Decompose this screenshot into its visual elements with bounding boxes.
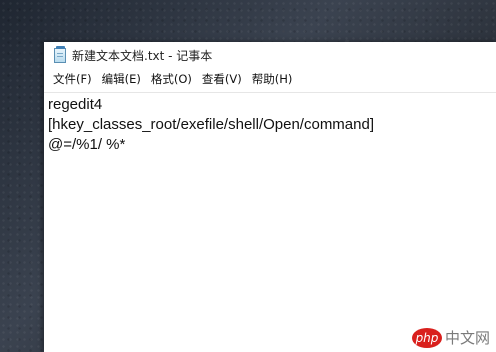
window-title: 新建文本文档.txt - 记事本 <box>72 48 213 63</box>
text-editor-area[interactable]: regedit4 [hkey_classes_root/exefile/shel… <box>44 92 496 352</box>
menu-edit[interactable]: 编辑(E) <box>99 69 144 89</box>
menu-format[interactable]: 格式(O) <box>148 69 195 89</box>
menu-bar: 文件(F) 编辑(E) 格式(O) 查看(V) 帮助(H) <box>44 68 496 90</box>
watermark: php 中文网 <box>411 327 490 348</box>
editor-line: regedit4 <box>48 96 103 113</box>
watermark-text: 中文网 <box>444 329 490 347</box>
title-bar[interactable]: 新建文本文档.txt - 记事本 <box>44 42 496 68</box>
notepad-icon <box>54 45 66 63</box>
menu-file[interactable]: 文件(F) <box>50 69 95 89</box>
editor-line: [hkey_classes_root/exefile/shell/Open/co… <box>48 116 375 133</box>
watermark-logo: php <box>411 327 442 348</box>
menu-help[interactable]: 帮助(H) <box>249 69 296 89</box>
notepad-window: 新建文本文档.txt - 记事本 文件(F) 编辑(E) 格式(O) 查看(V)… <box>44 42 496 352</box>
editor-line: @=/%1/ %* <box>48 136 126 153</box>
menu-view[interactable]: 查看(V) <box>199 69 245 89</box>
